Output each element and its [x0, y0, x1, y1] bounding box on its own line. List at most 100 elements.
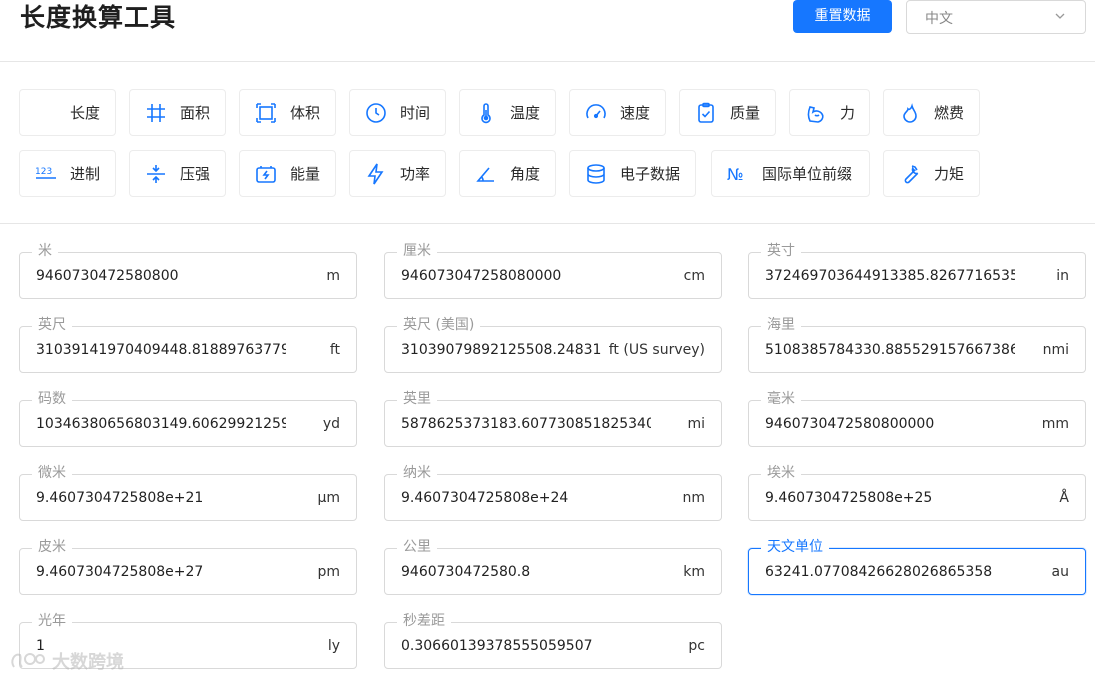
field-meter[interactable]: 米 9460730472580800 m [19, 241, 357, 299]
watermark-text: 大数跨境 [52, 652, 124, 673]
field-astronomical-unit[interactable]: 天文单位 63241.07708426628026865358 au [748, 537, 1086, 595]
field-value[interactable]: 31039141970409448.818897637795275 [36, 340, 286, 360]
field-value[interactable]: 31039079892125508.248312 [401, 340, 601, 360]
field-value[interactable]: 9.4607304725808e+24 [401, 488, 651, 508]
tab-time[interactable]: 时间 [349, 89, 446, 136]
field-label: 秒差距 [397, 611, 451, 631]
field-value[interactable]: 9.4607304725808e+27 [36, 562, 286, 582]
field-inch[interactable]: 英寸 372469703644913385.82677165354330 in [748, 241, 1086, 299]
field-value[interactable]: 9.4607304725808e+25 [765, 488, 1015, 508]
tab-torque[interactable]: 力矩 [883, 150, 980, 197]
field-micrometer[interactable]: 微米 9.4607304725808e+21 µm [19, 463, 357, 521]
field-label: 英尺 [32, 315, 72, 335]
field-unit: µm [313, 488, 340, 508]
speedometer-icon [584, 101, 608, 125]
app-header: 长度换算工具 重置数据 中文 [0, 0, 1095, 62]
tab-area[interactable]: 面积 [129, 89, 226, 136]
field-parsec[interactable]: 秒差距 0.30660139378555059507 pc [384, 611, 722, 669]
field-label: 埃米 [761, 463, 801, 483]
tab-speed[interactable]: 速度 [569, 89, 666, 136]
tab-volume[interactable]: 体积 [239, 89, 336, 136]
database-icon [584, 162, 608, 186]
field-value[interactable]: 9.4607304725808e+21 [36, 488, 286, 508]
field-label: 厘米 [397, 241, 437, 261]
angle-icon [474, 162, 498, 186]
field-millimeter[interactable]: 毫米 9460730472580800000 mm [748, 389, 1086, 447]
tab-label: 功率 [400, 165, 431, 183]
language-select[interactable]: 中文 [906, 0, 1086, 34]
tab-label: 面积 [180, 104, 211, 122]
field-value[interactable]: 63241.07708426628026865358 [765, 562, 1015, 582]
tab-temperature[interactable]: 温度 [459, 89, 556, 136]
field-label: 微米 [32, 463, 72, 483]
field-foot-us-survey[interactable]: 英尺 (美国) 31039079892125508.248312 ft (US … [384, 315, 722, 373]
tab-label: 压强 [180, 165, 211, 183]
tab-pressure[interactable]: 压强 [129, 150, 226, 197]
field-foot[interactable]: 英尺 31039141970409448.818897637795275 ft [19, 315, 357, 373]
field-mile[interactable]: 英里 5878625373183.6077308518253400143 mi [384, 389, 722, 447]
field-unit: m [322, 266, 340, 286]
page-title: 长度换算工具 [20, 3, 177, 32]
field-value[interactable]: 372469703644913385.82677165354330 [765, 266, 1015, 286]
field-value[interactable]: 9460730472580800000 [765, 414, 1015, 434]
svg-text:123: 123 [35, 167, 52, 177]
tab-fuel[interactable]: 燃费 [883, 89, 980, 136]
field-value[interactable]: 5108385784330.88552915766738660 [765, 340, 1015, 360]
grid-hash-icon [144, 101, 168, 125]
tab-label: 温度 [510, 104, 541, 122]
field-unit: au [1047, 562, 1069, 582]
tab-digital-data[interactable]: 电子数据 [569, 150, 696, 197]
numbers-123-icon: 123 [34, 162, 58, 186]
field-centimeter[interactable]: 厘米 946073047258080000 cm [384, 241, 722, 299]
svg-text:№: № [727, 165, 744, 184]
tab-mass[interactable]: 质量 [679, 89, 776, 136]
field-unit: nm [678, 488, 705, 508]
field-nanometer[interactable]: 纳米 9.4607304725808e+24 nm [384, 463, 722, 521]
field-value[interactable]: 946073047258080000 [401, 266, 651, 286]
flame-icon [898, 101, 922, 125]
field-label: 英寸 [761, 241, 801, 261]
field-nautical-mile[interactable]: 海里 5108385784330.88552915766738660 nmi [748, 315, 1086, 373]
watermark: 大数跨境 [8, 648, 124, 674]
field-label: 英尺 (美国) [397, 315, 481, 335]
field-unit: cm [679, 266, 705, 286]
thermometer-icon [474, 101, 498, 125]
tab-energy[interactable]: 能量 [239, 150, 336, 197]
tab-label: 进制 [70, 165, 101, 183]
field-label: 皮米 [32, 537, 72, 557]
tab-number-base[interactable]: 123 进制 [19, 150, 116, 197]
field-unit: pm [313, 562, 340, 582]
field-value[interactable]: 5878625373183.6077308518253400143 [401, 414, 651, 434]
numero-sign-icon: № [726, 162, 750, 186]
clipboard-check-icon [694, 101, 718, 125]
field-value[interactable]: 9460730472580800 [36, 266, 286, 286]
field-unit: mi [683, 414, 705, 434]
wrench-icon [898, 162, 922, 186]
field-kilometer[interactable]: 公里 9460730472580.8 km [384, 537, 722, 595]
tab-angle[interactable]: 角度 [459, 150, 556, 197]
field-unit: nmi [1038, 340, 1069, 360]
tab-label: 质量 [730, 104, 761, 122]
field-label: 天文单位 [761, 537, 829, 557]
reset-data-button[interactable]: 重置数据 [793, 0, 892, 33]
tab-si-prefix[interactable]: № 国际单位前缀 [711, 150, 870, 197]
field-label: 公里 [397, 537, 437, 557]
clock-icon [364, 101, 388, 125]
field-value[interactable]: 0.30660139378555059507 [401, 636, 651, 656]
field-label: 纳米 [397, 463, 437, 483]
tab-label: 时间 [400, 104, 431, 122]
field-value[interactable]: 10346380656803149.606299212598425 [36, 414, 286, 434]
field-unit: yd [318, 414, 340, 434]
tab-label: 速度 [620, 104, 651, 122]
field-unit: Å [1055, 488, 1069, 508]
field-angstrom[interactable]: 埃米 9.4607304725808e+25 Å [748, 463, 1086, 521]
field-label: 海里 [761, 315, 801, 335]
tab-label: 能量 [290, 165, 321, 183]
tab-power[interactable]: 功率 [349, 150, 446, 197]
field-picometer[interactable]: 皮米 9.4607304725808e+27 pm [19, 537, 357, 595]
field-value[interactable]: 9460730472580.8 [401, 562, 651, 582]
field-yard[interactable]: 码数 10346380656803149.606299212598425 yd [19, 389, 357, 447]
tab-length[interactable]: 长度 [19, 89, 116, 136]
tab-force[interactable]: 力 [789, 89, 870, 136]
field-unit: in [1052, 266, 1069, 286]
